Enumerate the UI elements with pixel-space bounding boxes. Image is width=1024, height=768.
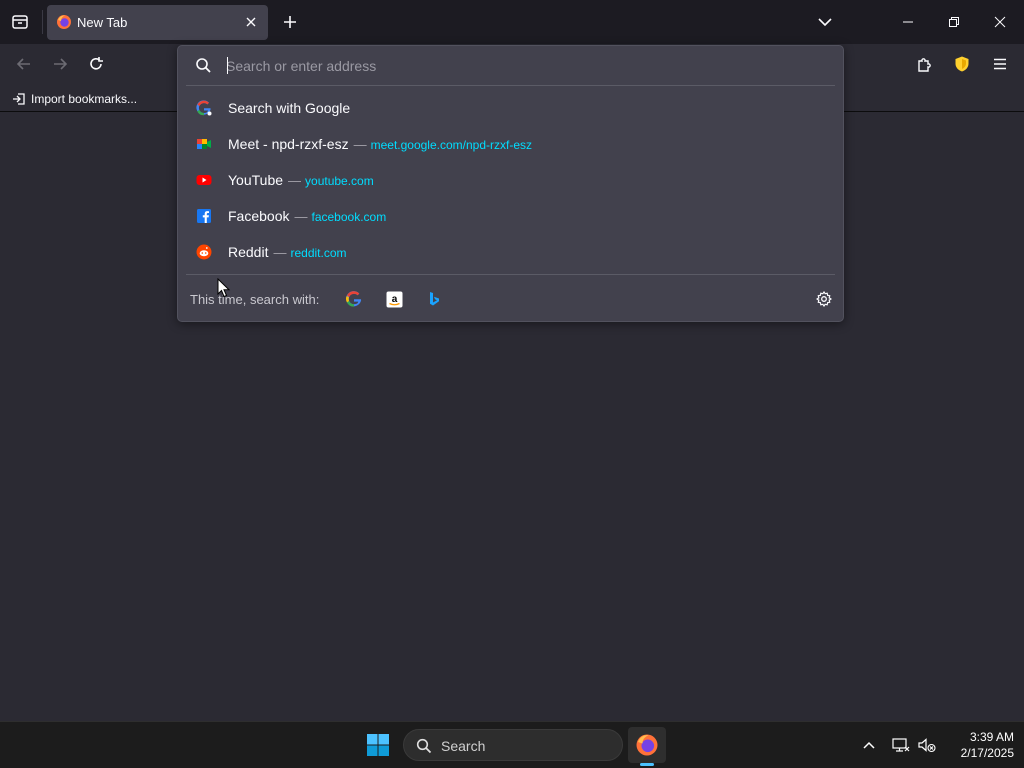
volume-muted-icon[interactable] — [917, 735, 937, 755]
all-tabs-dropdown[interactable] — [814, 11, 836, 33]
search-settings-button[interactable] — [814, 289, 834, 309]
google-search-icon — [196, 100, 212, 116]
extensions-button[interactable] — [912, 52, 936, 76]
engine-google-button[interactable] — [344, 289, 364, 309]
google-meet-icon — [197, 139, 211, 149]
results-list: Search with Google Meet - npd-rzxf-esz — m… — [178, 90, 843, 270]
svg-text:a: a — [391, 294, 397, 305]
taskbar-firefox-button[interactable] — [628, 727, 666, 763]
hamburger-menu-icon — [994, 58, 1006, 70]
firefox-icon — [636, 734, 658, 756]
new-tab-button[interactable] — [279, 11, 301, 33]
result-title: Facebook — [228, 208, 290, 224]
restore-button[interactable] — [942, 10, 966, 34]
engine-bing-button[interactable] — [424, 289, 444, 309]
tab-divider — [42, 10, 43, 34]
reload-icon — [90, 57, 103, 70]
reload-button[interactable] — [84, 52, 108, 76]
address-input[interactable] — [226, 54, 826, 78]
network-icon[interactable] — [891, 735, 911, 755]
chevron-down-icon — [818, 18, 832, 27]
close-icon — [994, 16, 1006, 28]
app-menu-button[interactable] — [988, 52, 1012, 76]
chevron-up-icon — [863, 741, 875, 749]
result-search-google[interactable]: Search with Google — [178, 90, 843, 126]
taskbar-search-label: Search — [441, 738, 486, 754]
minimize-button[interactable] — [896, 10, 920, 34]
urlbar-input-row — [178, 46, 843, 85]
window-close-button[interactable] — [988, 10, 1012, 34]
tab-new-tab[interactable]: New Tab — [47, 5, 268, 40]
search-icon — [416, 738, 432, 754]
windows-taskbar: Search 3:39 AM 2/17/2025 — [0, 721, 1024, 768]
restore-icon — [949, 17, 959, 27]
system-clock[interactable]: 3:39 AM 2/17/2025 — [940, 729, 1014, 761]
import-icon — [13, 93, 25, 105]
search-icon — [196, 58, 211, 73]
bing-icon — [430, 292, 439, 306]
result-title: Reddit — [228, 244, 269, 260]
divider — [186, 85, 835, 86]
forward-button[interactable] — [48, 52, 72, 76]
result-title: Search with Google — [228, 100, 351, 116]
list-all-tabs-button[interactable] — [8, 10, 32, 34]
result-url: meet.google.com/npd-rzxf-esz — [370, 138, 532, 152]
show-hidden-icons-button[interactable] — [860, 736, 878, 754]
forward-arrow-icon — [54, 58, 68, 70]
tab-title: New Tab — [77, 15, 128, 30]
one-off-label: This time, search with: — [190, 292, 320, 307]
result-youtube[interactable]: YouTube — youtube.com — [178, 162, 843, 198]
tracking-shield-button[interactable] — [950, 52, 974, 76]
import-bookmarks-label: Import bookmarks... — [31, 92, 138, 106]
text-caret — [227, 57, 228, 74]
youtube-icon — [196, 175, 212, 185]
amazon-icon: a — [386, 291, 402, 307]
result-url: facebook.com — [311, 210, 387, 224]
google-icon — [346, 291, 362, 307]
facebook-icon — [197, 209, 211, 223]
close-tab-button[interactable] — [243, 14, 259, 30]
close-icon — [246, 17, 256, 27]
result-url: reddit.com — [290, 246, 347, 260]
clock-date: 2/17/2025 — [960, 746, 1014, 760]
reddit-icon — [196, 244, 212, 260]
tab-strip: New Tab — [0, 0, 1024, 44]
result-meet[interactable]: Meet - npd-rzxf-esz — meet.google.com/npd-… — [178, 126, 843, 162]
plus-icon — [284, 16, 296, 28]
windows-start-icon[interactable] — [366, 733, 390, 757]
import-bookmarks-button[interactable]: Import bookmarks... — [12, 90, 137, 108]
divider — [186, 274, 835, 275]
tab-list-icon — [12, 15, 28, 29]
result-facebook[interactable]: Facebook — facebook.com — [178, 198, 843, 234]
mouse-cursor — [217, 278, 231, 298]
gear-icon — [816, 291, 832, 307]
result-title: YouTube — [228, 172, 284, 188]
result-separator: — — [353, 137, 367, 152]
urlbar-popup: Search with Google Meet - npd-rzxf-esz—m… — [177, 45, 844, 322]
puzzle-icon — [917, 57, 931, 72]
result-url: youtube.com — [305, 174, 374, 188]
engine-amazon-button[interactable]: a — [384, 289, 404, 309]
running-indicator — [640, 763, 654, 766]
result-separator: — — [273, 245, 287, 260]
firefox-icon — [57, 15, 71, 29]
result-separator: — — [288, 173, 302, 188]
result-title: Meet - npd-rzxf-esz — [228, 136, 349, 152]
clock-time: 3:39 AM — [969, 730, 1014, 744]
result-reddit[interactable]: Reddit — reddit.com — [178, 234, 843, 270]
back-arrow-icon — [16, 58, 30, 70]
one-off-search-bar: This time, search with: a — [178, 278, 843, 320]
taskbar-search-box[interactable]: Search — [403, 729, 623, 761]
result-separator: — — [294, 209, 308, 224]
back-button[interactable] — [12, 52, 36, 76]
minimize-icon — [903, 21, 913, 23]
shield-icon — [955, 56, 969, 72]
